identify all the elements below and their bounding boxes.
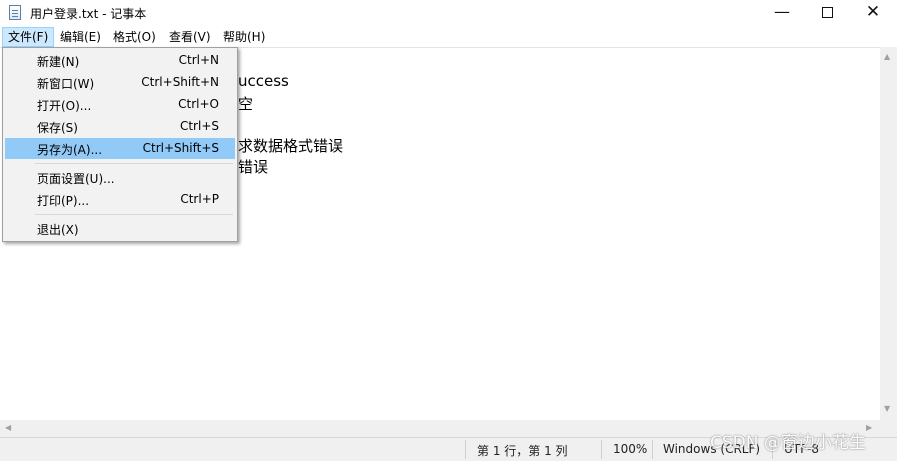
menu-item-new-window[interactable]: 新窗口(W) Ctrl+Shift+N xyxy=(5,72,235,93)
scrollbar-corner xyxy=(880,420,897,437)
menu-separator xyxy=(35,214,233,215)
menu-edit[interactable]: 编辑(E) xyxy=(55,27,106,47)
cursor-position: 第 1 行，第 1 列 xyxy=(477,444,568,458)
scroll-up-icon[interactable]: ▲ xyxy=(884,52,890,61)
menu-item-label: 另存为(A)... xyxy=(37,143,103,157)
menu-item-label: 退出(X) xyxy=(37,223,79,237)
menu-item-label: 打开(O)... xyxy=(37,99,92,113)
menu-item-exit[interactable]: 退出(X) xyxy=(5,218,235,239)
menu-item-label: 新建(N) xyxy=(37,55,80,69)
menu-item-save-as[interactable]: 另存为(A)... Ctrl+Shift+S xyxy=(5,138,235,159)
menu-format[interactable]: 格式(O) xyxy=(108,27,161,47)
menu-item-shortcut: Ctrl+S xyxy=(179,119,219,133)
menu-item-shortcut: Ctrl+Shift+S xyxy=(142,141,219,155)
menu-separator xyxy=(35,163,233,164)
vertical-scrollbar[interactable]: ▲ ▼ xyxy=(880,47,897,420)
editor-line: uccess xyxy=(238,72,289,90)
notepad-icon xyxy=(9,5,21,20)
menu-item-label: 打印(P)... xyxy=(37,194,90,208)
menu-bar: 文件(F) 编辑(E) 格式(O) 查看(V) 帮助(H) xyxy=(0,27,897,47)
menu-item-label: 保存(S) xyxy=(37,121,78,135)
editor-line: 求数据格式错误 xyxy=(238,137,344,155)
close-button[interactable]: ✕ xyxy=(850,0,896,26)
status-divider xyxy=(465,440,466,459)
menu-item-shortcut: Ctrl+N xyxy=(178,53,219,67)
file-menu-dropdown: 新建(N) Ctrl+N 新窗口(W) Ctrl+Shift+N 打开(O)..… xyxy=(2,47,238,242)
watermark-text: CSDN @窗边小花生 xyxy=(710,433,866,453)
scroll-right-icon[interactable]: ▶ xyxy=(866,423,872,432)
menu-item-shortcut: Ctrl+O xyxy=(178,97,219,111)
menu-item-label: 页面设置(U)... xyxy=(37,172,115,186)
scroll-down-icon[interactable]: ▼ xyxy=(884,404,890,413)
menu-item-open[interactable]: 打开(O)... Ctrl+O xyxy=(5,94,235,115)
editor-line: 错误 xyxy=(238,158,269,176)
menu-item-shortcut: Ctrl+P xyxy=(180,192,219,206)
window-title: 用户登录.txt - 记事本 xyxy=(30,7,147,21)
menu-item-print[interactable]: 打印(P)... Ctrl+P xyxy=(5,189,235,210)
menu-file[interactable]: 文件(F) xyxy=(2,27,55,47)
scroll-left-icon[interactable]: ◀ xyxy=(5,423,11,432)
menu-item-label: 新窗口(W) xyxy=(37,77,95,91)
menu-item-new[interactable]: 新建(N) Ctrl+N xyxy=(5,50,235,71)
menu-item-save[interactable]: 保存(S) Ctrl+S xyxy=(5,116,235,137)
status-divider xyxy=(652,440,653,459)
status-divider xyxy=(601,440,602,459)
minimize-button[interactable]: — xyxy=(759,0,805,26)
menu-item-page-setup[interactable]: 页面设置(U)... xyxy=(5,167,235,188)
title-bar: 用户登录.txt - 记事本 — ✕ xyxy=(0,0,897,26)
editor-line: 空 xyxy=(238,95,254,113)
menu-help[interactable]: 帮助(H) xyxy=(218,27,270,47)
maximize-button[interactable] xyxy=(804,0,850,26)
maximize-icon xyxy=(821,7,833,18)
menu-item-shortcut: Ctrl+Shift+N xyxy=(141,75,219,89)
zoom-level: 100% xyxy=(613,442,648,456)
menu-view[interactable]: 查看(V) xyxy=(164,27,216,47)
